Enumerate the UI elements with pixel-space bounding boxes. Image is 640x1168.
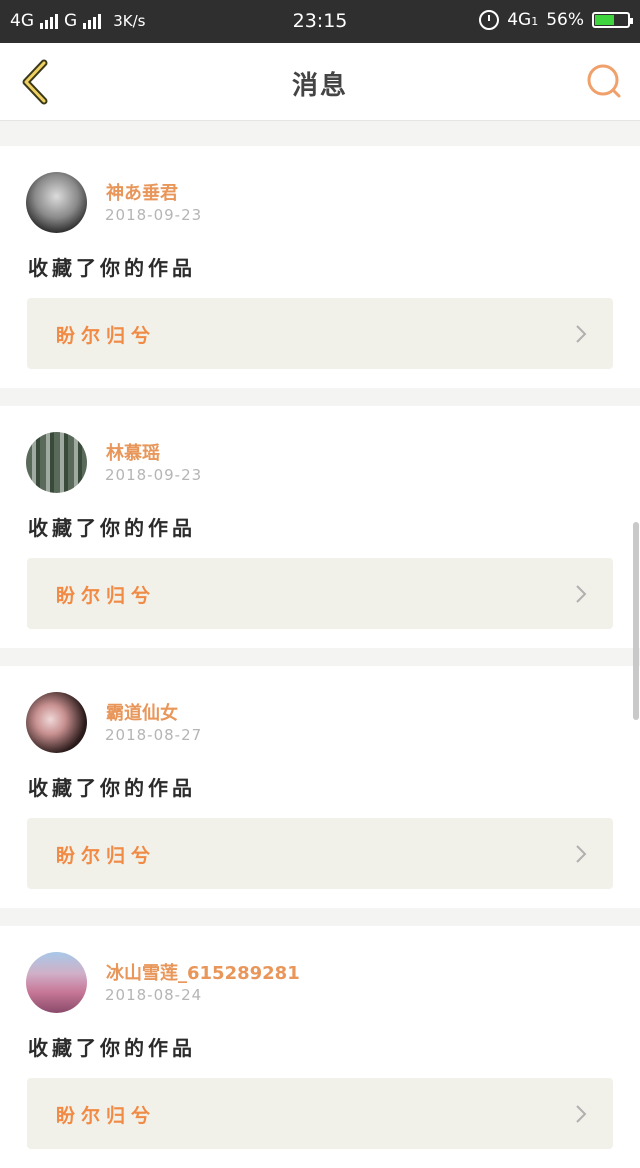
message-action: 收藏了你的作品 (28, 516, 196, 540)
message-list: 神あ垂君 2018-09-23 收藏了你的作品 盼尔归兮 林慕瑶 2018-09… (0, 128, 640, 1168)
message-card: 霸道仙女 2018-08-27 收藏了你的作品 盼尔归兮 (0, 666, 640, 908)
sender-name[interactable]: 霸道仙女 (106, 699, 178, 725)
network-label-3: 4G1 (507, 10, 538, 30)
chevron-right-icon (576, 585, 587, 603)
app-header: 消息 (0, 43, 640, 121)
network-sim: 1 (531, 15, 539, 28)
search-icon[interactable] (586, 63, 622, 99)
message-card: 冰山雪莲_615289281 2018-08-24 收藏了你的作品 盼尔归兮 (0, 926, 640, 1168)
work-title: 盼尔归兮 (56, 585, 157, 607)
scrollbar[interactable] (633, 522, 639, 720)
battery-percent: 56% (546, 10, 584, 30)
message-date: 2018-09-23 (105, 466, 203, 484)
message-action: 收藏了你的作品 (28, 1036, 196, 1060)
avatar[interactable] (26, 952, 87, 1013)
sender-name[interactable]: 林慕瑶 (106, 439, 160, 465)
work-title: 盼尔归兮 (56, 325, 157, 347)
message-action: 收藏了你的作品 (28, 776, 196, 800)
page-title: 消息 (291, 71, 348, 101)
status-right: 4G1 56% (479, 10, 633, 30)
sender-name[interactable]: 神あ垂君 (106, 179, 178, 205)
sender-name[interactable]: 冰山雪莲_615289281 (106, 959, 300, 985)
work-title: 盼尔归兮 (56, 1105, 157, 1127)
message-card: 林慕瑶 2018-09-23 收藏了你的作品 盼尔归兮 (0, 406, 640, 648)
battery-icon (592, 12, 633, 28)
work-link[interactable]: 盼尔归兮 (27, 1078, 613, 1149)
work-link[interactable]: 盼尔归兮 (27, 298, 613, 369)
network-4g: 4G (507, 10, 532, 30)
message-action: 收藏了你的作品 (28, 256, 196, 280)
message-date: 2018-09-23 (105, 206, 203, 224)
work-title: 盼尔归兮 (56, 845, 157, 867)
message-date: 2018-08-27 (105, 726, 203, 744)
chevron-right-icon (576, 325, 587, 343)
chevron-right-icon (576, 845, 587, 863)
avatar[interactable] (26, 172, 87, 233)
chevron-right-icon (576, 1105, 587, 1123)
work-link[interactable]: 盼尔归兮 (27, 558, 613, 629)
status-bar: 4G G 3K/s 23:15 4G1 56% (0, 0, 640, 43)
avatar[interactable] (26, 432, 87, 493)
alarm-icon (479, 10, 500, 30)
avatar[interactable] (26, 692, 87, 753)
message-date: 2018-08-24 (105, 986, 203, 1004)
message-card: 神あ垂君 2018-09-23 收藏了你的作品 盼尔归兮 (0, 146, 640, 388)
work-link[interactable]: 盼尔归兮 (27, 818, 613, 889)
